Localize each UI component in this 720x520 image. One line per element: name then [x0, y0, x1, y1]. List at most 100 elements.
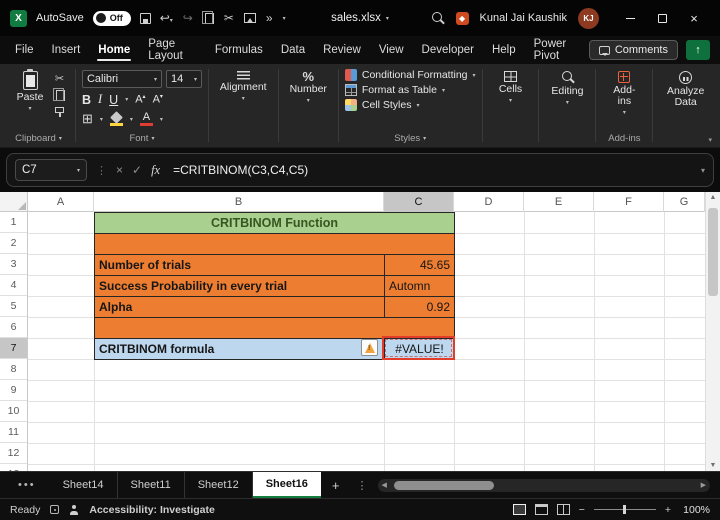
row-header-10[interactable]: 10	[0, 401, 27, 422]
cell-B2[interactable]	[94, 233, 455, 255]
menu-power-pivot[interactable]: Power Pivot	[525, 33, 589, 67]
borders-icon[interactable]: ⊞	[82, 111, 93, 127]
number-button[interactable]: % Number ▾	[285, 68, 332, 104]
conditional-formatting-button[interactable]: Conditional Formatting ▾	[344, 69, 476, 81]
cell-B3[interactable]: Number of trials	[94, 254, 385, 276]
format-as-table-button[interactable]: Format as Table ▾	[344, 84, 476, 96]
copy-button[interactable]	[53, 88, 65, 101]
zoom-slider-thumb[interactable]	[622, 505, 626, 514]
zoom-slider[interactable]	[593, 505, 656, 514]
menu-insert[interactable]: Insert	[43, 39, 90, 61]
font-color-button[interactable]: A	[139, 112, 153, 126]
font-name-dropdown-icon[interactable]: ▾	[154, 76, 157, 83]
row-header-2[interactable]: 2	[0, 233, 27, 254]
comments-button[interactable]: Comments	[588, 40, 678, 60]
format-painter-button[interactable]	[55, 107, 64, 117]
collapse-ribbon-icon[interactable]: ▾	[708, 136, 712, 144]
column-header-B[interactable]: B	[94, 192, 384, 212]
namebox-dropdown-icon[interactable]: ▾	[77, 167, 80, 174]
save-icon[interactable]	[139, 12, 151, 24]
row-header-3[interactable]: 3	[0, 254, 27, 275]
format-as-table-dropdown-icon[interactable]: ▾	[442, 87, 445, 94]
cells-layer[interactable]: CRITBINOM Function Number of trials 45.65 S…	[28, 212, 705, 471]
row-header-7[interactable]: 7	[0, 338, 27, 359]
zoom-level[interactable]: 100%	[680, 504, 710, 516]
macro-record-icon[interactable]	[50, 505, 60, 514]
cell-styles-dropdown-icon[interactable]: ▾	[416, 102, 419, 109]
close-button[interactable]: ×	[678, 4, 710, 32]
column-header-E[interactable]: E	[524, 192, 594, 212]
qat-overflow-icon[interactable]: »	[266, 11, 273, 25]
editing-dropdown-icon[interactable]: ▾	[566, 99, 569, 106]
menu-page-layout[interactable]: Page Layout	[139, 33, 206, 67]
alignment-dropdown-icon[interactable]: ▾	[242, 95, 245, 102]
styles-dialog-launcher-icon[interactable]: ▾	[423, 135, 426, 142]
horizontal-scrollbar[interactable]: ◀ ▶	[377, 472, 710, 498]
conditional-formatting-dropdown-icon[interactable]: ▾	[473, 72, 476, 79]
formula-input[interactable]: =CRITBINOM(C3,C4,C5)	[169, 163, 692, 177]
sheet-tab-sheet14[interactable]: Sheet14	[50, 472, 118, 498]
notification-icon[interactable]: ◆	[455, 11, 469, 25]
alignment-button[interactable]: Alignment ▾	[215, 68, 272, 102]
maximize-button[interactable]	[646, 4, 678, 32]
zoom-out-icon[interactable]: −	[579, 504, 585, 516]
row-header-11[interactable]: 11	[0, 422, 27, 443]
horizontal-scroll-thumb[interactable]	[393, 480, 494, 490]
font-name-select[interactable]: Calibri ▾	[81, 70, 162, 88]
scroll-down-icon[interactable]: ▼	[706, 462, 720, 469]
insert-function-icon[interactable]: fx	[151, 163, 160, 178]
enter-icon[interactable]: ✓	[132, 163, 142, 177]
document-title[interactable]: sales.xlsx ▾	[331, 12, 389, 24]
cut-button[interactable]: ✂	[55, 72, 64, 85]
row-header-8[interactable]: 8	[0, 359, 27, 380]
minimize-button[interactable]	[614, 4, 646, 32]
sheet-tab-sheet16[interactable]: Sheet16	[252, 472, 321, 498]
sheet-list-icon[interactable]: •••	[0, 472, 50, 498]
row-header-6[interactable]: 6	[0, 317, 27, 338]
undo-icon[interactable]: ↩▾	[160, 11, 173, 25]
accessibility-status[interactable]: Accessibility: Investigate	[89, 504, 214, 516]
menu-help[interactable]: Help	[483, 39, 525, 61]
avatar[interactable]: KJ	[578, 7, 599, 29]
cell-B4[interactable]: Success Probability in every trial	[94, 275, 385, 297]
cell-B1[interactable]: CRITBINOM Function	[94, 212, 455, 234]
scroll-left-icon[interactable]: ◀	[382, 481, 387, 489]
copy-icon[interactable]	[201, 10, 214, 24]
font-size-dropdown-icon[interactable]: ▾	[194, 76, 197, 83]
menu-formulas[interactable]: Formulas	[206, 39, 272, 61]
decrease-font-icon[interactable]: A▾	[153, 93, 163, 106]
column-header-G[interactable]: G	[664, 192, 705, 212]
cells-dropdown-icon[interactable]: ▾	[509, 97, 512, 104]
menu-home[interactable]: Home	[89, 39, 139, 61]
cell-B7[interactable]: CRITBINOM formula	[94, 338, 385, 360]
formula-bar-expand-icon[interactable]: ▾	[701, 166, 705, 175]
menu-data[interactable]: Data	[272, 39, 314, 61]
row-header-13[interactable]: 13	[0, 464, 27, 471]
cell-C5[interactable]: 0.92	[384, 296, 455, 318]
menu-developer[interactable]: Developer	[413, 39, 483, 61]
vertical-scroll-thumb[interactable]	[708, 208, 718, 296]
scroll-right-icon[interactable]: ▶	[701, 481, 706, 489]
cells-button[interactable]: Cells ▾	[488, 68, 532, 104]
cell-C3[interactable]: 45.65	[384, 254, 455, 276]
font-dialog-launcher-icon[interactable]: ▾	[151, 135, 154, 142]
formula-bar-handle[interactable]: ⋮	[96, 164, 107, 177]
row-header-12[interactable]: 12	[0, 443, 27, 464]
zoom-in-icon[interactable]: +	[665, 504, 671, 516]
sheet-tab-sheet11[interactable]: Sheet11	[118, 472, 185, 498]
excel-app-icon[interactable]: X	[10, 9, 27, 27]
filename-dropdown-icon[interactable]: ▾	[386, 15, 389, 22]
page-break-view-icon[interactable]	[556, 504, 570, 515]
picture-icon[interactable]	[243, 13, 256, 23]
increase-font-icon[interactable]: A▴	[135, 93, 145, 106]
cell-B5[interactable]: Alpha	[94, 296, 385, 318]
clipboard-dialog-launcher-icon[interactable]: ▾	[59, 135, 62, 142]
select-all-button[interactable]	[0, 192, 28, 212]
scroll-up-icon[interactable]: ▲	[706, 194, 720, 201]
borders-dropdown-icon[interactable]: ▾	[100, 116, 103, 123]
row-header-4[interactable]: 4	[0, 275, 27, 296]
paste-dropdown-icon[interactable]: ▾	[28, 105, 31, 112]
vertical-scrollbar[interactable]: ▲ ▼	[705, 192, 720, 471]
column-header-F[interactable]: F	[594, 192, 664, 212]
column-header-A[interactable]: A	[28, 192, 94, 212]
